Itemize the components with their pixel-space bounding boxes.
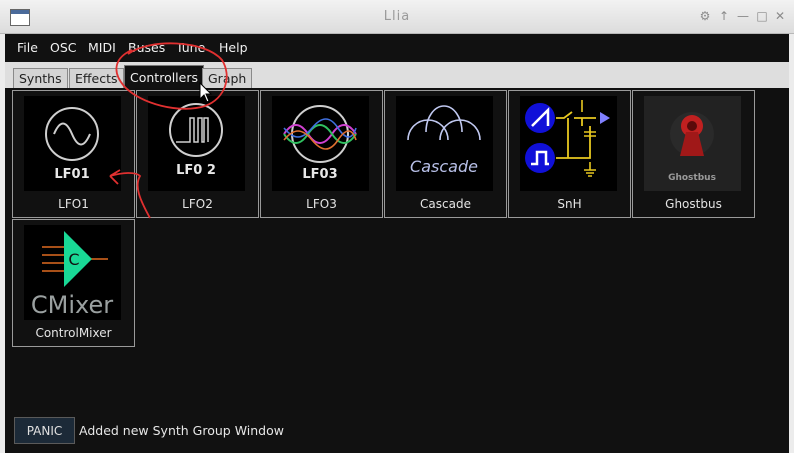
panic-button[interactable]: PANIC: [14, 417, 75, 444]
menu-osc[interactable]: OSC: [50, 40, 77, 55]
tile-label: SnH: [557, 197, 582, 211]
maximize-icon[interactable]: □: [755, 9, 769, 23]
title-bar: Llia ⚙ ↑ — □ ✕: [0, 0, 794, 34]
tab-strip: Synths Effects Controllers Graph: [5, 62, 789, 88]
ghostbus-thumbnail: Ghostbus: [644, 96, 741, 191]
tab-synths[interactable]: Synths: [13, 68, 68, 88]
window-title: Llia: [383, 9, 411, 24]
tile-label: LFO1: [58, 197, 89, 211]
menu-midi[interactable]: MIDI: [88, 40, 116, 55]
menu-tune[interactable]: Tune: [176, 40, 205, 55]
status-message: Added new Synth Group Window: [79, 423, 284, 438]
sample-hold-icon: [525, 100, 610, 177]
tab-effects[interactable]: Effects: [69, 68, 124, 88]
cascade-thumbnail: Cascade: [396, 96, 493, 191]
keyhole-icon: Ghostbus: [668, 112, 716, 183]
controlmixer-thumbnail: C CMixer: [24, 225, 121, 320]
braid-icon: LF03: [283, 105, 357, 182]
tile-label: LFO3: [306, 197, 337, 211]
settings-icon[interactable]: ⚙: [698, 9, 712, 23]
lfo2-thumb-text: LF0 2: [176, 163, 216, 178]
tile-lfo2[interactable]: LF0 2 LFO2: [136, 90, 259, 218]
minimize-icon[interactable]: —: [736, 9, 750, 23]
menu-file[interactable]: File: [17, 40, 38, 55]
tile-label: ControlMixer: [35, 326, 112, 340]
lfo2-thumbnail: LF0 2: [148, 96, 245, 191]
tab-controllers[interactable]: Controllers: [124, 65, 204, 88]
tile-label: Ghostbus: [665, 197, 722, 211]
tile-label: Cascade: [420, 197, 471, 211]
lfo3-thumbnail: LF03: [272, 96, 369, 191]
close-icon[interactable]: ✕: [773, 9, 787, 23]
snh-thumbnail: [520, 96, 617, 191]
lfo1-thumbnail: LF01: [24, 96, 121, 191]
tile-lfo3[interactable]: LF03 LFO3: [260, 90, 383, 218]
cascade-thumb-text: Cascade: [410, 157, 478, 176]
ghostbus-thumb-text: Ghostbus: [668, 173, 716, 183]
app-body: File OSC MIDI Buses Tune Help Synths Eff…: [5, 34, 789, 453]
menu-help[interactable]: Help: [219, 40, 248, 55]
tile-controlmixer[interactable]: C CMixer ControlMixer: [12, 219, 135, 347]
keep-above-icon[interactable]: ↑: [717, 9, 731, 23]
tile-lfo1[interactable]: LF01 LFO1: [12, 90, 135, 218]
tile-snh[interactable]: SnH: [508, 90, 631, 218]
menu-buses[interactable]: Buses: [128, 40, 165, 55]
mixer-letter: C: [68, 250, 79, 269]
controlmixer-thumb-text: CMixer: [31, 291, 113, 319]
tile-cascade[interactable]: Cascade Cascade: [384, 90, 507, 218]
sine-wave-icon: LF01: [45, 107, 99, 182]
tile-ghostbus[interactable]: Ghostbus Ghostbus: [632, 90, 755, 218]
arches-icon: Cascade: [407, 105, 481, 176]
lfo3-thumb-text: LF03: [302, 167, 337, 182]
tab-graph[interactable]: Graph: [202, 68, 253, 88]
controllers-panel: LF01 LFO1 LF0 2 LFO2 LF03 LFO3 Cascade C…: [5, 88, 789, 410]
tile-label: LFO2: [182, 197, 213, 211]
mixer-amp-icon: C CMixer: [31, 231, 113, 319]
lfo1-thumb-text: LF01: [54, 167, 89, 182]
status-bar: PANIC Added new Synth Group Window: [5, 410, 789, 453]
pulse-wave-icon: LF0 2: [169, 103, 223, 178]
menu-bar: File OSC MIDI Buses Tune Help: [5, 34, 789, 62]
